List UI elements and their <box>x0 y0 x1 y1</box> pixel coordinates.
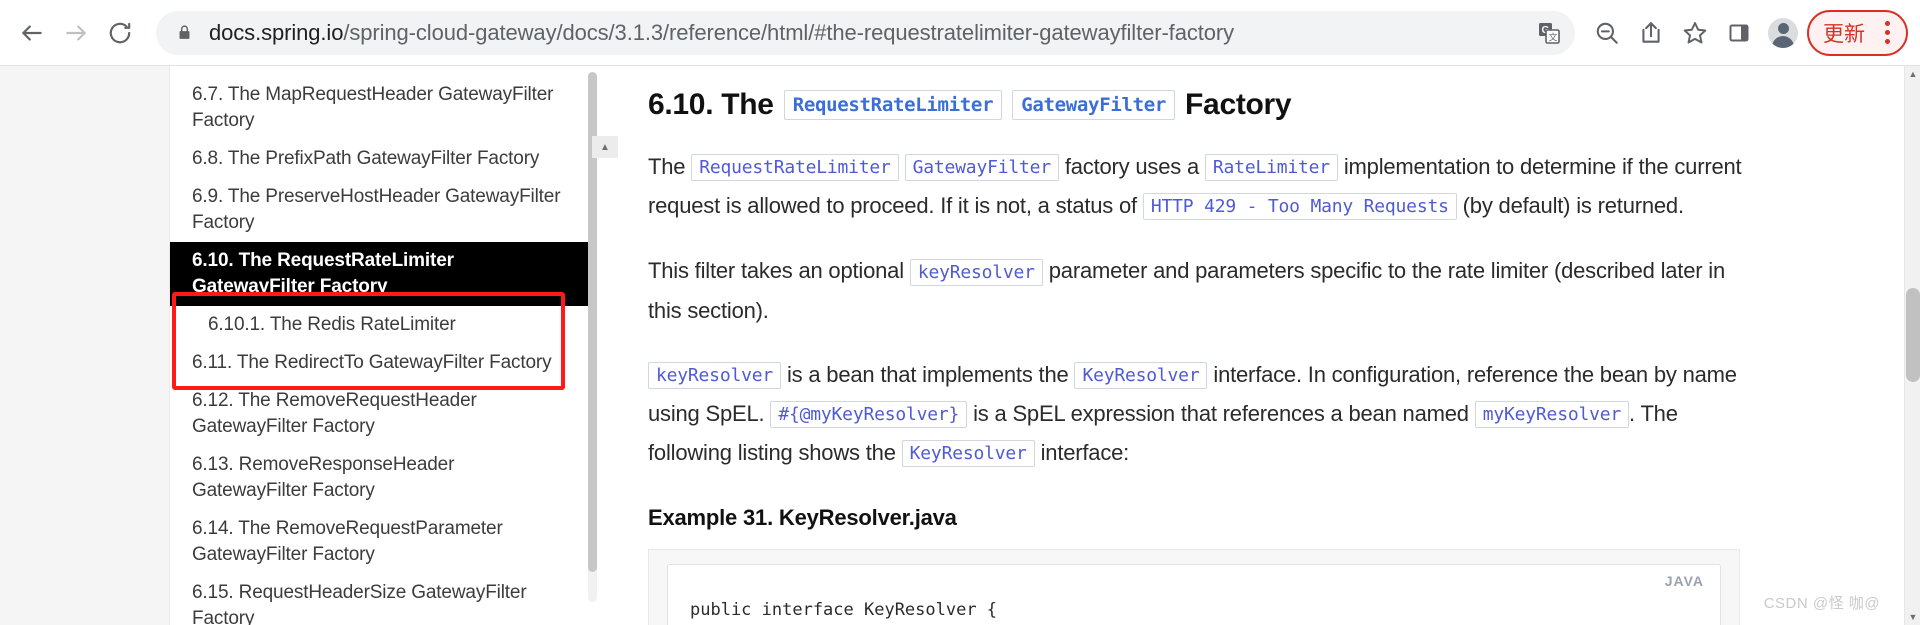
p1-code-http429: HTTP 429 - Too Many Requests <box>1142 193 1457 221</box>
share-icon <box>1642 21 1660 43</box>
p2-text-1: This filter takes an optional <box>648 258 904 284</box>
side-panel-button[interactable] <box>1717 11 1761 55</box>
sidebar-item-6-11[interactable]: 6.11. The RedirectTo GatewayFilter Facto… <box>170 344 595 382</box>
p1-text-4: (by default) is returned. <box>1462 193 1684 219</box>
page-scrollbar-thumb[interactable] <box>1906 288 1920 382</box>
arrow-left-icon <box>22 24 42 41</box>
page-scroll-up-button[interactable]: ▲ <box>1905 66 1920 82</box>
paragraph-keyresolver-bean: keyResolver is a bean that implements th… <box>648 356 1748 474</box>
sidebar-item-6-15[interactable]: 6.15. RequestHeaderSize GatewayFilter Fa… <box>170 574 595 625</box>
lock-icon[interactable] <box>176 23 193 42</box>
p3-text-5: interface: <box>1040 439 1130 465</box>
forward-button[interactable] <box>54 11 98 55</box>
p1-code-requestratelimiter: RequestRateLimiter <box>691 154 899 182</box>
menu-dot <box>1885 30 1890 35</box>
page-viewport: 6.7. The MapRequestHeader GatewayFilter … <box>0 66 1920 625</box>
document-content: 6.10. The RequestRateLimiter GatewayFilt… <box>640 66 1820 625</box>
p1-text-2: factory uses a <box>1064 154 1199 179</box>
url-text[interactable]: docs.spring.io/spring-cloud-gateway/docs… <box>209 11 1529 55</box>
watermark: CSDN @怪 咖@ <box>1763 595 1880 612</box>
p2-code-keyresolver: keyResolver <box>909 258 1043 286</box>
spel-expression-link[interactable]: #{@myKeyResolver} <box>770 400 968 428</box>
translate-icon[interactable]: G 文 <box>1529 13 1569 53</box>
back-button[interactable] <box>10 11 54 55</box>
page-scroll-down-button[interactable]: ▼ <box>1905 609 1920 625</box>
lock-glyph <box>179 25 190 39</box>
arrow-right-icon <box>66 24 86 41</box>
sidebar-item-6-12[interactable]: 6.12. The RemoveRequestHeader GatewayFil… <box>170 382 595 446</box>
p1-text-1: The <box>648 154 686 179</box>
page-left-gutter <box>0 66 170 625</box>
sidebar-item-6-10[interactable]: 6.10. The RequestRateLimiter GatewayFilt… <box>170 242 595 306</box>
address-bar[interactable]: docs.spring.io/spring-cloud-gateway/docs… <box>156 10 1575 55</box>
code-listing-text: public interface KeyResolver { Mono<Stri… <box>690 600 998 621</box>
sidebar-item-6-13[interactable]: 6.13. RemoveResponseHeader GatewayFilter… <box>170 446 595 510</box>
share-button[interactable] <box>1629 11 1673 55</box>
toc-scroll-up-button[interactable]: ▲ <box>592 136 618 158</box>
code-language-badge: JAVA <box>1664 573 1704 590</box>
heading-prefix: 6.10. The <box>648 88 774 121</box>
heading-suffix: Factory <box>1185 88 1292 121</box>
toc-sidebar[interactable]: 6.7. The MapRequestHeader GatewayFilter … <box>170 66 595 625</box>
heading-code-gatewayfilter: GatewayFilter <box>1012 90 1176 120</box>
sidebar-item-6-8[interactable]: 6.8. The PrefixPath GatewayFilter Factor… <box>170 140 595 178</box>
p3-text-1: is a bean that implements the <box>786 361 1069 387</box>
sidebar-item-6-7[interactable]: 6.7. The MapRequestHeader GatewayFilter … <box>170 76 595 140</box>
url-host: docs.spring.io <box>209 19 344 45</box>
profile-button[interactable] <box>1761 11 1805 55</box>
bookmark-button[interactable] <box>1673 11 1717 55</box>
page-title: 6.10. The RequestRateLimiter GatewayFilt… <box>648 88 1820 122</box>
p3-code-mykeyresolver: myKeyResolver <box>1474 400 1630 428</box>
paragraph-overview: The RequestRateLimiter GatewayFilter fac… <box>648 148 1748 226</box>
side-panel-icon <box>1729 24 1749 41</box>
browser-toolbar: docs.spring.io/spring-cloud-gateway/docs… <box>0 0 1920 66</box>
update-button[interactable]: 更新 <box>1823 18 1875 48</box>
sidebar-item-6-9[interactable]: 6.9. The PreserveHostHeader GatewayFilte… <box>170 178 595 242</box>
p3-code-keyresolver-param: keyResolver <box>648 361 782 389</box>
reload-button[interactable] <box>98 11 142 55</box>
code-listing-container: JAVA public interface KeyResolver { Mono… <box>648 549 1740 625</box>
avatar <box>1768 17 1798 48</box>
p3-text-3: is a SpEL expression that references a b… <box>973 400 1469 426</box>
url-path: /spring-cloud-gateway/docs/3.1.3/referen… <box>343 19 1235 45</box>
p3-code-keyresolver-iface: KeyResolver <box>1074 361 1208 389</box>
code-listing[interactable]: JAVA public interface KeyResolver { Mono… <box>667 564 1721 625</box>
heading-code-requestratelimiter: RequestRateLimiter <box>783 90 1003 120</box>
p3-code-keyresolver-iface-2: KeyResolver <box>901 440 1035 468</box>
zoom-out-button[interactable] <box>1585 11 1629 55</box>
sidebar-item-6-14[interactable]: 6.14. The RemoveRequestParameter Gateway… <box>170 510 595 574</box>
svg-text:文: 文 <box>1549 31 1558 42</box>
zoom-out-icon <box>1596 22 1618 44</box>
p3-code-spel: #{@myKeyResolver} <box>770 400 968 428</box>
p1-code-ratelimiter: RateLimiter <box>1204 154 1338 182</box>
example-caption: Example 31. KeyResolver.java <box>648 505 957 531</box>
reload-icon <box>109 22 131 43</box>
translate-glyph: G 文 <box>1539 22 1560 44</box>
page-scrollbar[interactable]: ▲ ▼ <box>1904 66 1920 625</box>
paragraph-keyresolver-option: This filter takes an optional keyResolve… <box>648 252 1748 329</box>
menu-dot <box>1885 39 1890 44</box>
sidebar-item-6-10-1[interactable]: 6.10.1. The Redis RateLimiter <box>170 306 595 344</box>
chrome-menu-button[interactable] <box>1875 21 1900 44</box>
menu-dot <box>1885 21 1890 26</box>
update-menu-cluster[interactable]: 更新 <box>1807 9 1908 56</box>
star-icon <box>1683 21 1707 44</box>
p1-code-gatewayfilter: GatewayFilter <box>904 154 1059 182</box>
